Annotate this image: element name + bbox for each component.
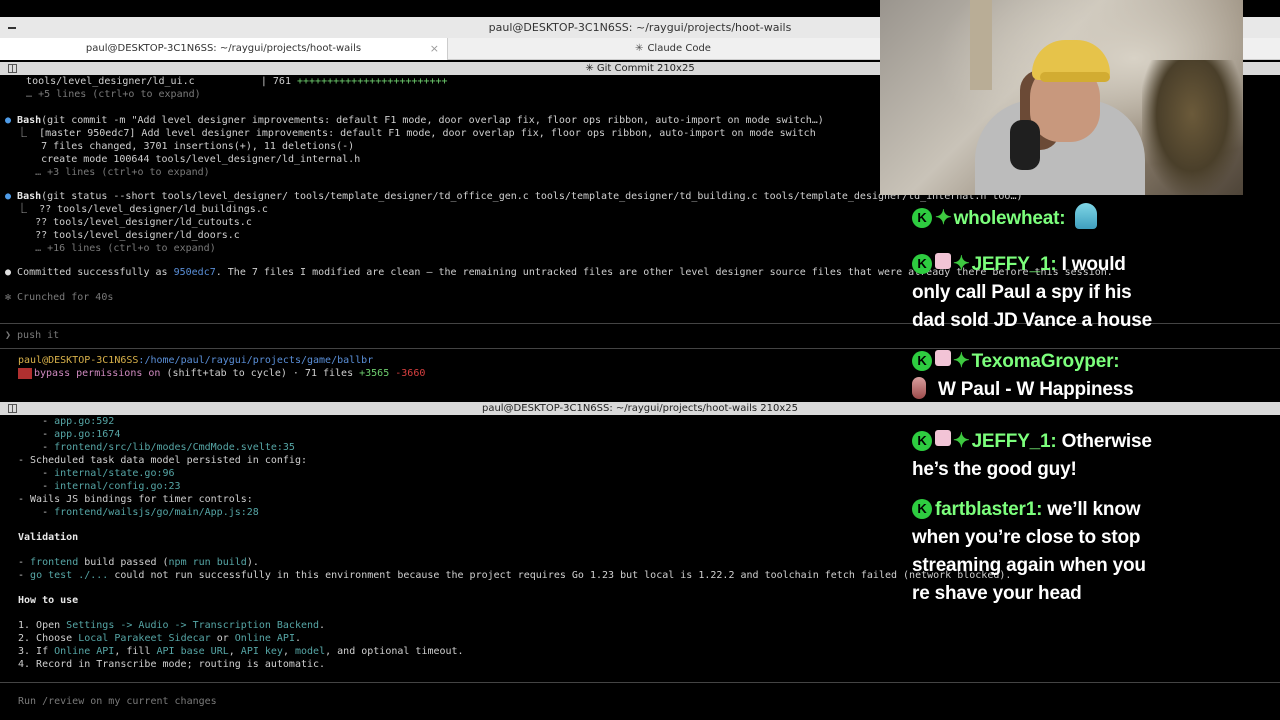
- term-line: - internal/state.go:96: [18, 468, 175, 479]
- kick-badge-icon: K: [912, 254, 932, 274]
- window-title: paul@DESKTOP-3C1N6SS: ~/raygui/projects/…: [488, 21, 792, 34]
- term-line: tools/level_designer/ld_ui.c | 761 +++++…: [8, 76, 448, 87]
- webcam-overlay: [880, 0, 1243, 195]
- chat-text: streaming again when you: [912, 555, 1146, 576]
- term-line: 1. Open Settings -> Audio -> Transcripti…: [18, 620, 326, 631]
- term-line: - frontend build passed (npm run build).: [18, 557, 259, 568]
- term-line: - app.go:1674: [18, 429, 121, 440]
- term-line[interactable]: … +3 lines (ctrl+o to expand): [5, 166, 210, 179]
- term-line: - go test ./... could not run successful…: [18, 570, 1012, 581]
- tab-claude-code-label: Claude Code: [647, 43, 711, 54]
- prompt-input[interactable]: Run /review on my current changes: [18, 695, 217, 708]
- stream-chat: K ✦ wholewheat: K ✦ JEFFY_1: I would only ca…: [900, 195, 1280, 615]
- gift-badge-icon: [935, 430, 951, 446]
- kick-badge-icon: K: [912, 431, 932, 451]
- chat-text: we’ll know: [1042, 499, 1141, 520]
- star-badge-icon: ✦: [953, 350, 970, 372]
- term-line: - frontend/wailsjs/go/main/App.js:28: [18, 507, 259, 518]
- chat-text: only call Paul a spy if his: [912, 282, 1132, 303]
- term-line: - app.go:592: [18, 416, 115, 427]
- chat-username: wholewheat:: [953, 208, 1066, 229]
- chat-username: fartblaster1:: [935, 499, 1043, 520]
- minimize-icon[interactable]: [8, 27, 16, 29]
- tab-terminal[interactable]: paul@DESKTOP-3C1N6SS: ~/raygui/projects/…: [0, 38, 448, 60]
- term-line: 2. Choose Local Parakeet Sidecar or Onli…: [18, 633, 302, 644]
- prompt-input[interactable]: ❯ push it: [5, 329, 59, 342]
- term-line: create mode 100644 tools/level_designer/…: [5, 154, 361, 165]
- chat-text: dad sold JD Vance a house: [912, 310, 1152, 331]
- term-line: ?? tools/level_designer/ld_cutouts.c: [5, 217, 252, 228]
- chat-message: K ✦ wholewheat:: [912, 203, 1262, 233]
- chat-text: I would: [1056, 254, 1126, 275]
- star-badge-icon: ✦: [953, 430, 970, 452]
- star-badge-icon: ✦: [953, 253, 970, 275]
- term-line: 3. If Online API, fill API base URL, API…: [18, 646, 464, 657]
- term-line: ● Bash(git status --short tools/level_de…: [5, 191, 1023, 202]
- term-line: - internal/config.go:23: [18, 481, 181, 492]
- term-line: - Wails JS bindings for timer controls:: [18, 494, 253, 505]
- emote-icon: [912, 377, 926, 399]
- kick-badge-icon: K: [912, 499, 932, 519]
- section-heading: How to use: [18, 595, 79, 606]
- top-pane-title: ✳ Git Commit 210x25: [585, 63, 695, 74]
- divider: [0, 682, 1280, 683]
- term-line: 4. Record in Transcribe mode; routing is…: [18, 659, 326, 670]
- gift-badge-icon: [935, 253, 951, 269]
- webcam-plant: [1142, 60, 1242, 195]
- term-line: ● Bash(git commit -m "Add level designer…: [5, 115, 824, 126]
- close-icon[interactable]: ×: [430, 38, 439, 60]
- webcam-microphone: [1010, 120, 1040, 170]
- term-line: ⎿ ?? tools/level_designer/ld_buildings.c: [5, 204, 268, 215]
- chat-username: JEFFY_1:: [971, 254, 1057, 275]
- webcam-person-cap-brim: [1040, 72, 1110, 82]
- bottom-pane-title: paul@DESKTOP-3C1N6SS: ~/raygui/projects/…: [481, 403, 799, 414]
- gift-badge-icon: [935, 350, 951, 366]
- statusline-permissions[interactable]: bypass permissions on (shift+tab to cycl…: [18, 367, 425, 380]
- term-line: - frontend/src/lib/modes/CmdMode.svelte:…: [18, 442, 295, 453]
- kick-badge-icon: K: [912, 208, 932, 228]
- chat-message: K ✦ TexomaGroyper: W Paul - W Happiness: [912, 347, 1262, 404]
- split-pane-icon[interactable]: [8, 64, 17, 73]
- split-pane-icon[interactable]: [8, 404, 17, 413]
- chat-message: K ✦ JEFFY_1: I would only call Paul a spy …: [912, 250, 1262, 335]
- status-crunched: ✻ Crunched for 40s: [5, 292, 114, 303]
- chat-text: re shave your head: [912, 583, 1082, 604]
- webcam-lamp: [970, 0, 992, 90]
- statusline-path: paul@DESKTOP-3C1N6SS:/home/paul/raygui/p…: [18, 355, 374, 366]
- chat-message: Kfartblaster1: we’ll know when you’re cl…: [912, 496, 1262, 608]
- chat-message: K ✦ JEFFY_1: Otherwise he’s the good guy!: [912, 427, 1262, 484]
- bypass-icon: [18, 367, 32, 379]
- term-line[interactable]: … +5 lines (ctrl+o to expand): [8, 88, 201, 101]
- term-line: 7 files changed, 3701 insertions(+), 11 …: [5, 141, 355, 152]
- chat-text: W Paul - W Happiness: [938, 379, 1134, 400]
- chat-text: when you’re close to stop: [912, 527, 1141, 548]
- term-line: ?? tools/level_designer/ld_doors.c: [5, 230, 240, 241]
- spark-icon: ✳: [635, 43, 644, 54]
- tab-terminal-label: paul@DESKTOP-3C1N6SS: ~/raygui/projects/…: [85, 43, 362, 54]
- chat-text: he’s the good guy!: [912, 459, 1077, 480]
- term-line[interactable]: … +16 lines (ctrl+o to expand): [5, 242, 216, 255]
- term-line: ⎿ [master 950edc7] Add level designer im…: [5, 128, 816, 139]
- star-badge-icon: ✦: [935, 207, 952, 229]
- chat-username: TexomaGroyper:: [971, 351, 1120, 372]
- term-line: - Scheduled task data model persisted in…: [18, 455, 307, 466]
- chat-username: JEFFY_1:: [971, 431, 1057, 452]
- kick-badge-icon: K: [912, 351, 932, 371]
- emote-icon: [1075, 203, 1098, 229]
- section-heading: Validation: [18, 532, 79, 543]
- tab-claude-code[interactable]: ✳ Claude Code: [448, 38, 898, 60]
- chat-text: Otherwise: [1056, 431, 1152, 452]
